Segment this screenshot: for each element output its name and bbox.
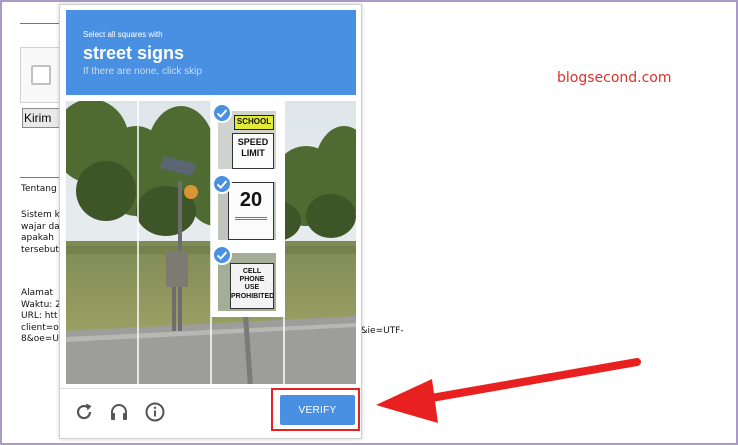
skip-hint: If there are none, click skip — [83, 66, 202, 77]
challenge-header: Select all squares with street signs If … — [66, 10, 356, 95]
about-heading: Tentang — [21, 184, 57, 194]
speed-20-sign: 20 — [228, 182, 274, 240]
red-arrow — [376, 358, 641, 423]
divider — [20, 177, 60, 178]
target-object: street signs — [83, 43, 185, 63]
checkmark-icon — [212, 245, 232, 265]
cell-line3: PROHIBITED — [231, 293, 275, 300]
recaptcha-challenge: Select all squares with street signs If … — [59, 4, 362, 439]
verify-button[interactable]: VERIFY — [280, 395, 355, 425]
school-sign: SCHOOL — [234, 115, 274, 130]
speed-value: 20 — [239, 189, 263, 211]
speed-limit-sign: SPEED LIMIT — [232, 133, 274, 169]
cell-phone-sign: CELL PHONE USE PROHIBITED — [230, 263, 274, 309]
checkmark-icon — [212, 174, 232, 194]
kirim-button[interactable]: Kirim — [22, 108, 62, 128]
divider — [20, 23, 60, 24]
limit-text: LIMIT — [241, 148, 265, 158]
cell-line2: USE — [244, 284, 260, 291]
small-print — [235, 217, 267, 220]
info-icon[interactable] — [144, 401, 166, 423]
image-grid[interactable]: SCHOOL SPEED LIMIT 20 CELL PHONE USE PRO… — [66, 101, 356, 384]
speed-text: SPEED — [237, 137, 269, 147]
checkmark-icon — [212, 103, 232, 123]
watermark: blogsecond.com — [557, 70, 672, 86]
checkbox[interactable] — [31, 65, 51, 85]
description-text: Sistem k wajar da apakah tersebut — [21, 210, 60, 255]
recaptcha-checkbox-widget[interactable] — [20, 47, 60, 103]
instruction-text: Select all squares with — [83, 30, 163, 39]
headphones-icon[interactable] — [108, 401, 130, 423]
reload-icon[interactable] — [73, 401, 95, 423]
address-text: Alamat Waktu: 2 URL: htt client=o 8&oe=U — [21, 288, 61, 344]
url-tail-text: a&ie=UTF- — [355, 326, 404, 336]
cell-line1: CELL PHONE — [239, 268, 265, 283]
